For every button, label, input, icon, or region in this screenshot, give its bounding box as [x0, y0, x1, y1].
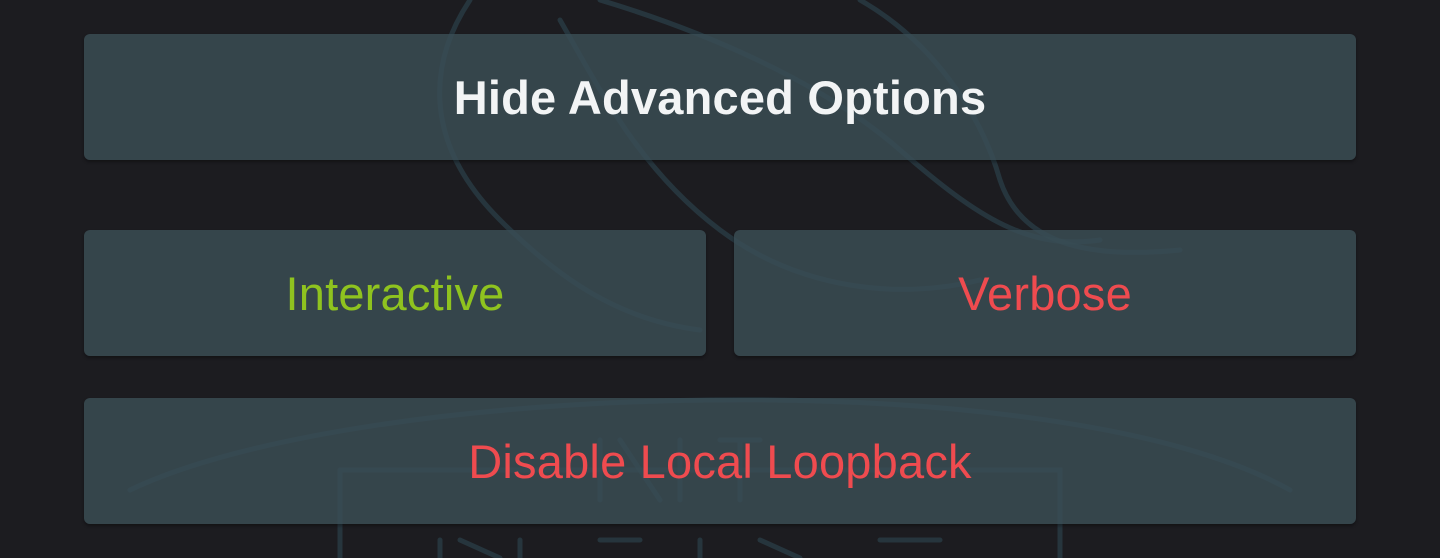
disable-local-loopback-label: Disable Local Loopback [468, 434, 972, 488]
disable-local-loopback-toggle-button[interactable]: Disable Local Loopback [84, 398, 1356, 524]
hide-advanced-options-label: Hide Advanced Options [453, 70, 987, 124]
hide-advanced-options-button[interactable]: Hide Advanced Options [84, 34, 1356, 160]
verbose-label: Verbose [958, 266, 1132, 320]
advanced-options-screen: Hide Advanced Options Interactive Verbos… [0, 0, 1440, 558]
verbose-toggle-button[interactable]: Verbose [734, 230, 1356, 356]
interactive-toggle-button[interactable]: Interactive [84, 230, 706, 356]
interactive-label: Interactive [285, 266, 505, 320]
